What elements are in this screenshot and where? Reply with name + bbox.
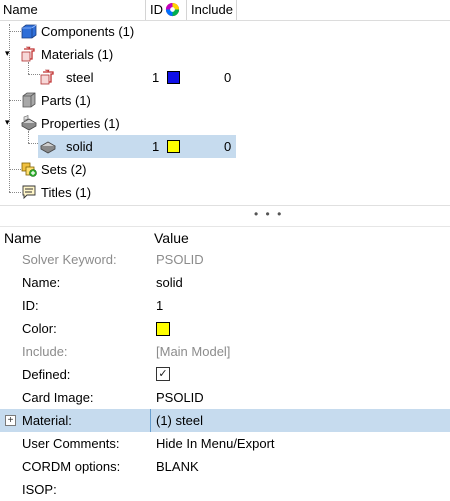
property-card-image-row[interactable]: Card Image: PSOLID xyxy=(0,386,450,409)
column-divider[interactable] xyxy=(186,0,187,20)
property-user-comments-row[interactable]: User Comments: Hide In Menu/Export xyxy=(0,432,450,455)
column-divider[interactable] xyxy=(145,0,146,20)
column-header-include[interactable]: Include xyxy=(191,0,233,20)
model-browser-tree: Components (1) ▾ Materials (1) steel 1 0 xyxy=(0,20,450,205)
tree-item-label: solid xyxy=(66,139,93,154)
property-id-row[interactable]: ID: 1 xyxy=(0,294,450,317)
property-value: [Main Model] xyxy=(156,344,231,359)
property-name: Defined: xyxy=(22,367,71,382)
property-name: Include: xyxy=(22,344,68,359)
material-field[interactable]: (1) steel xyxy=(156,412,203,429)
tree-item-label: Titles (1) xyxy=(41,185,92,200)
property-value: PSOLID xyxy=(156,252,204,267)
name-field[interactable]: solid xyxy=(156,274,183,291)
property-include-row: Include: [Main Model] xyxy=(0,340,450,363)
tree-header: Name ID Include xyxy=(0,0,450,21)
color-swatch[interactable] xyxy=(167,140,180,153)
expand-plus-icon[interactable]: + xyxy=(5,415,16,426)
property-name: Material: xyxy=(22,413,72,428)
tree-item-solid[interactable]: solid 1 0 xyxy=(0,135,450,158)
property-name: Color: xyxy=(22,321,57,336)
property-defined-row[interactable]: Defined: ✓ xyxy=(0,363,450,386)
expand-toggle[interactable]: ▾ xyxy=(5,118,12,127)
tree-item-label: Properties (1) xyxy=(41,116,120,131)
item-id: 1 xyxy=(152,139,160,154)
item-id: 1 xyxy=(152,70,160,85)
tree-connector xyxy=(9,169,21,170)
property-name: User Comments: xyxy=(22,436,120,451)
tree-item-components[interactable]: Components (1) xyxy=(0,20,450,43)
tree-item-materials[interactable]: ▾ Materials (1) xyxy=(0,43,450,66)
property-isop-row[interactable]: ISOP: xyxy=(0,478,450,501)
sets-icon xyxy=(21,161,37,177)
material-icon xyxy=(40,69,56,85)
property-name-row[interactable]: Name: solid xyxy=(0,271,450,294)
tree-item-sets[interactable]: Sets (2) xyxy=(0,158,450,181)
column-header-id[interactable]: ID xyxy=(150,0,163,20)
color-wheel-icon[interactable] xyxy=(165,2,180,22)
property-name: Solver Keyword: xyxy=(22,252,117,267)
tree-connector xyxy=(9,192,21,193)
properties-icon xyxy=(21,115,37,131)
column-divider xyxy=(150,409,151,432)
tree-item-label: steel xyxy=(66,70,94,85)
components-icon xyxy=(21,23,37,39)
tree-item-parts[interactable]: Parts (1) xyxy=(0,89,450,112)
column-header-name[interactable]: Name xyxy=(4,228,41,248)
tree-item-label: Sets (2) xyxy=(41,162,87,177)
parts-icon xyxy=(21,92,37,108)
item-include: 0 xyxy=(224,70,232,85)
property-name: Card Image: xyxy=(22,390,94,405)
materials-icon xyxy=(21,46,37,62)
color-swatch[interactable] xyxy=(167,71,180,84)
panel-splitter[interactable]: • • • xyxy=(0,205,450,227)
cordm-options-field[interactable]: BLANK xyxy=(156,458,199,475)
property-solver-keyword: Solver Keyword: PSOLID xyxy=(0,248,450,271)
property-name: ID: xyxy=(22,298,39,313)
property-name: ISOP: xyxy=(22,482,57,497)
id-field[interactable]: 1 xyxy=(156,297,163,314)
tree-item-label: Components (1) xyxy=(41,24,135,39)
user-comments-field[interactable]: Hide In Menu/Export xyxy=(156,435,275,452)
titles-icon xyxy=(21,184,37,200)
tree-item-properties[interactable]: ▾ Properties (1) xyxy=(0,112,450,135)
card-image-field[interactable]: PSOLID xyxy=(156,389,204,406)
property-cordm-options-row[interactable]: CORDM options: BLANK xyxy=(0,455,450,478)
tree-item-titles[interactable]: Titles (1) xyxy=(0,181,450,204)
expand-toggle[interactable]: ▾ xyxy=(5,49,12,58)
column-header-name[interactable]: Name xyxy=(3,0,38,20)
tree-item-steel[interactable]: steel 1 0 xyxy=(0,66,450,89)
color-swatch[interactable] xyxy=(156,322,170,336)
property-name: CORDM options: xyxy=(22,459,121,474)
tree-connector xyxy=(9,31,21,32)
item-include: 0 xyxy=(224,139,232,154)
property-header: Name Value xyxy=(0,228,450,248)
splitter-handle[interactable]: • • • xyxy=(254,207,283,221)
property-icon xyxy=(40,138,56,154)
tree-connector xyxy=(9,100,21,101)
tree-item-label: Parts (1) xyxy=(41,93,91,108)
column-header-value[interactable]: Value xyxy=(154,228,189,248)
tree-item-label: Materials (1) xyxy=(41,47,114,62)
property-material-row[interactable]: + Material: (1) steel xyxy=(0,409,450,432)
property-color-row[interactable]: Color: xyxy=(0,317,450,340)
property-name: Name: xyxy=(22,275,61,290)
column-divider[interactable] xyxy=(236,0,237,20)
defined-checkbox[interactable]: ✓ xyxy=(156,367,170,381)
